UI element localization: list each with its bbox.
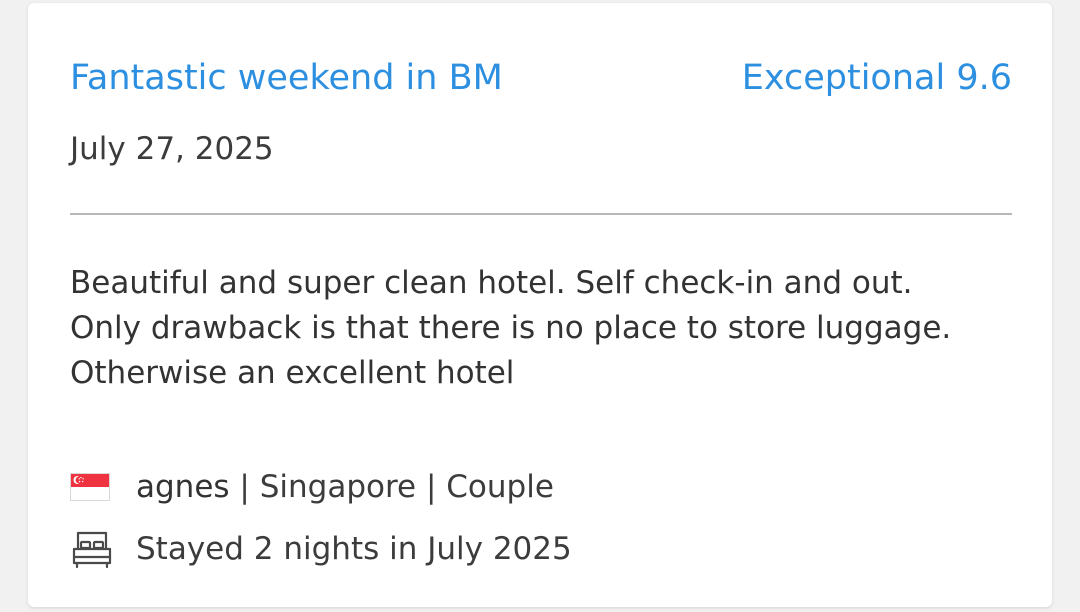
review-rating: Exceptional 9.6 <box>741 58 1012 98</box>
stay-text: Stayed 2 nights in July 2025 <box>136 531 572 567</box>
reviewer-name: agnes <box>136 469 230 505</box>
stay-info: Stayed 2 nights in July 2025 <box>70 527 572 571</box>
review-title: Fantastic weekend in BM <box>70 58 503 98</box>
singapore-flag-icon <box>70 465 114 509</box>
traveler-type: Couple <box>446 469 554 505</box>
review-header: Fantastic weekend in BM Exceptional 9.6 <box>70 53 1012 103</box>
review-card: Fantastic weekend in BM Exceptional 9.6 … <box>28 3 1052 607</box>
bed-icon <box>70 527 114 571</box>
reviewer-info: agnes | Singapore | Couple <box>70 465 554 509</box>
separator: | <box>416 469 447 505</box>
review-text: Beautiful and super clean hotel. Self ch… <box>70 265 952 391</box>
review-date: July 27, 2025 <box>70 131 274 167</box>
separator: | <box>229 469 260 505</box>
reviewer-details: agnes | Singapore | Couple <box>136 465 554 509</box>
reviewer-country: Singapore <box>259 469 417 505</box>
divider <box>70 213 1012 215</box>
